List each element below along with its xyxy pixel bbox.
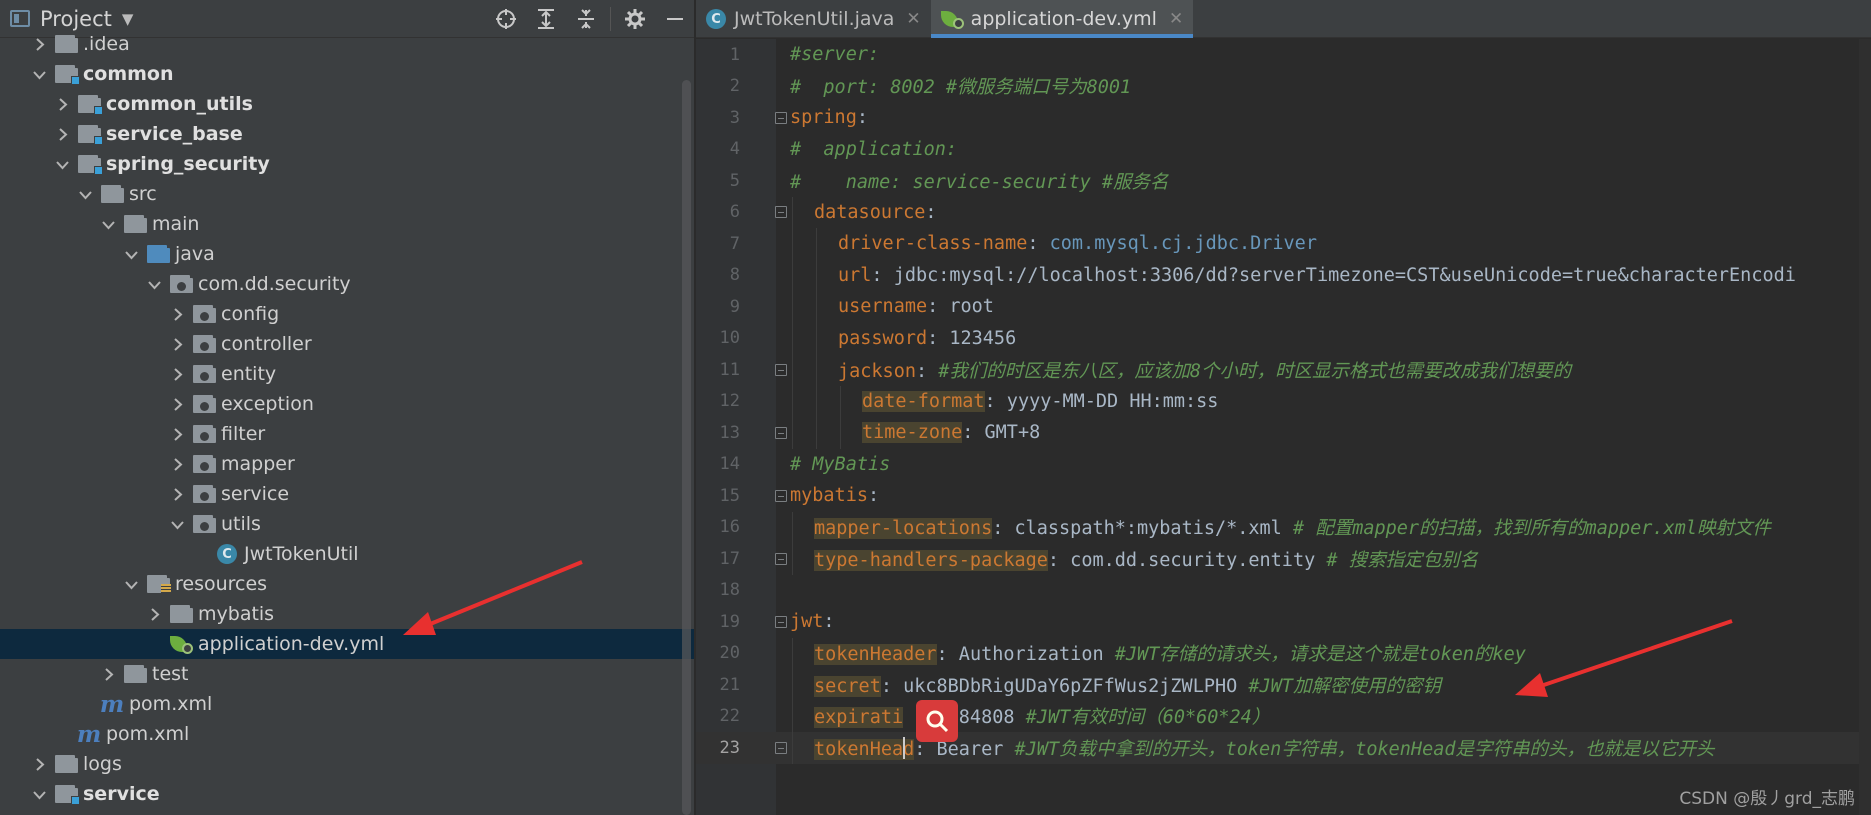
watermark: CSDN @殷丿grd_志鹏 xyxy=(1679,789,1855,809)
annotation-arrow-code xyxy=(1515,619,1733,697)
annotation-arrow-tree xyxy=(403,560,583,635)
annotation-overlay xyxy=(403,560,1733,697)
